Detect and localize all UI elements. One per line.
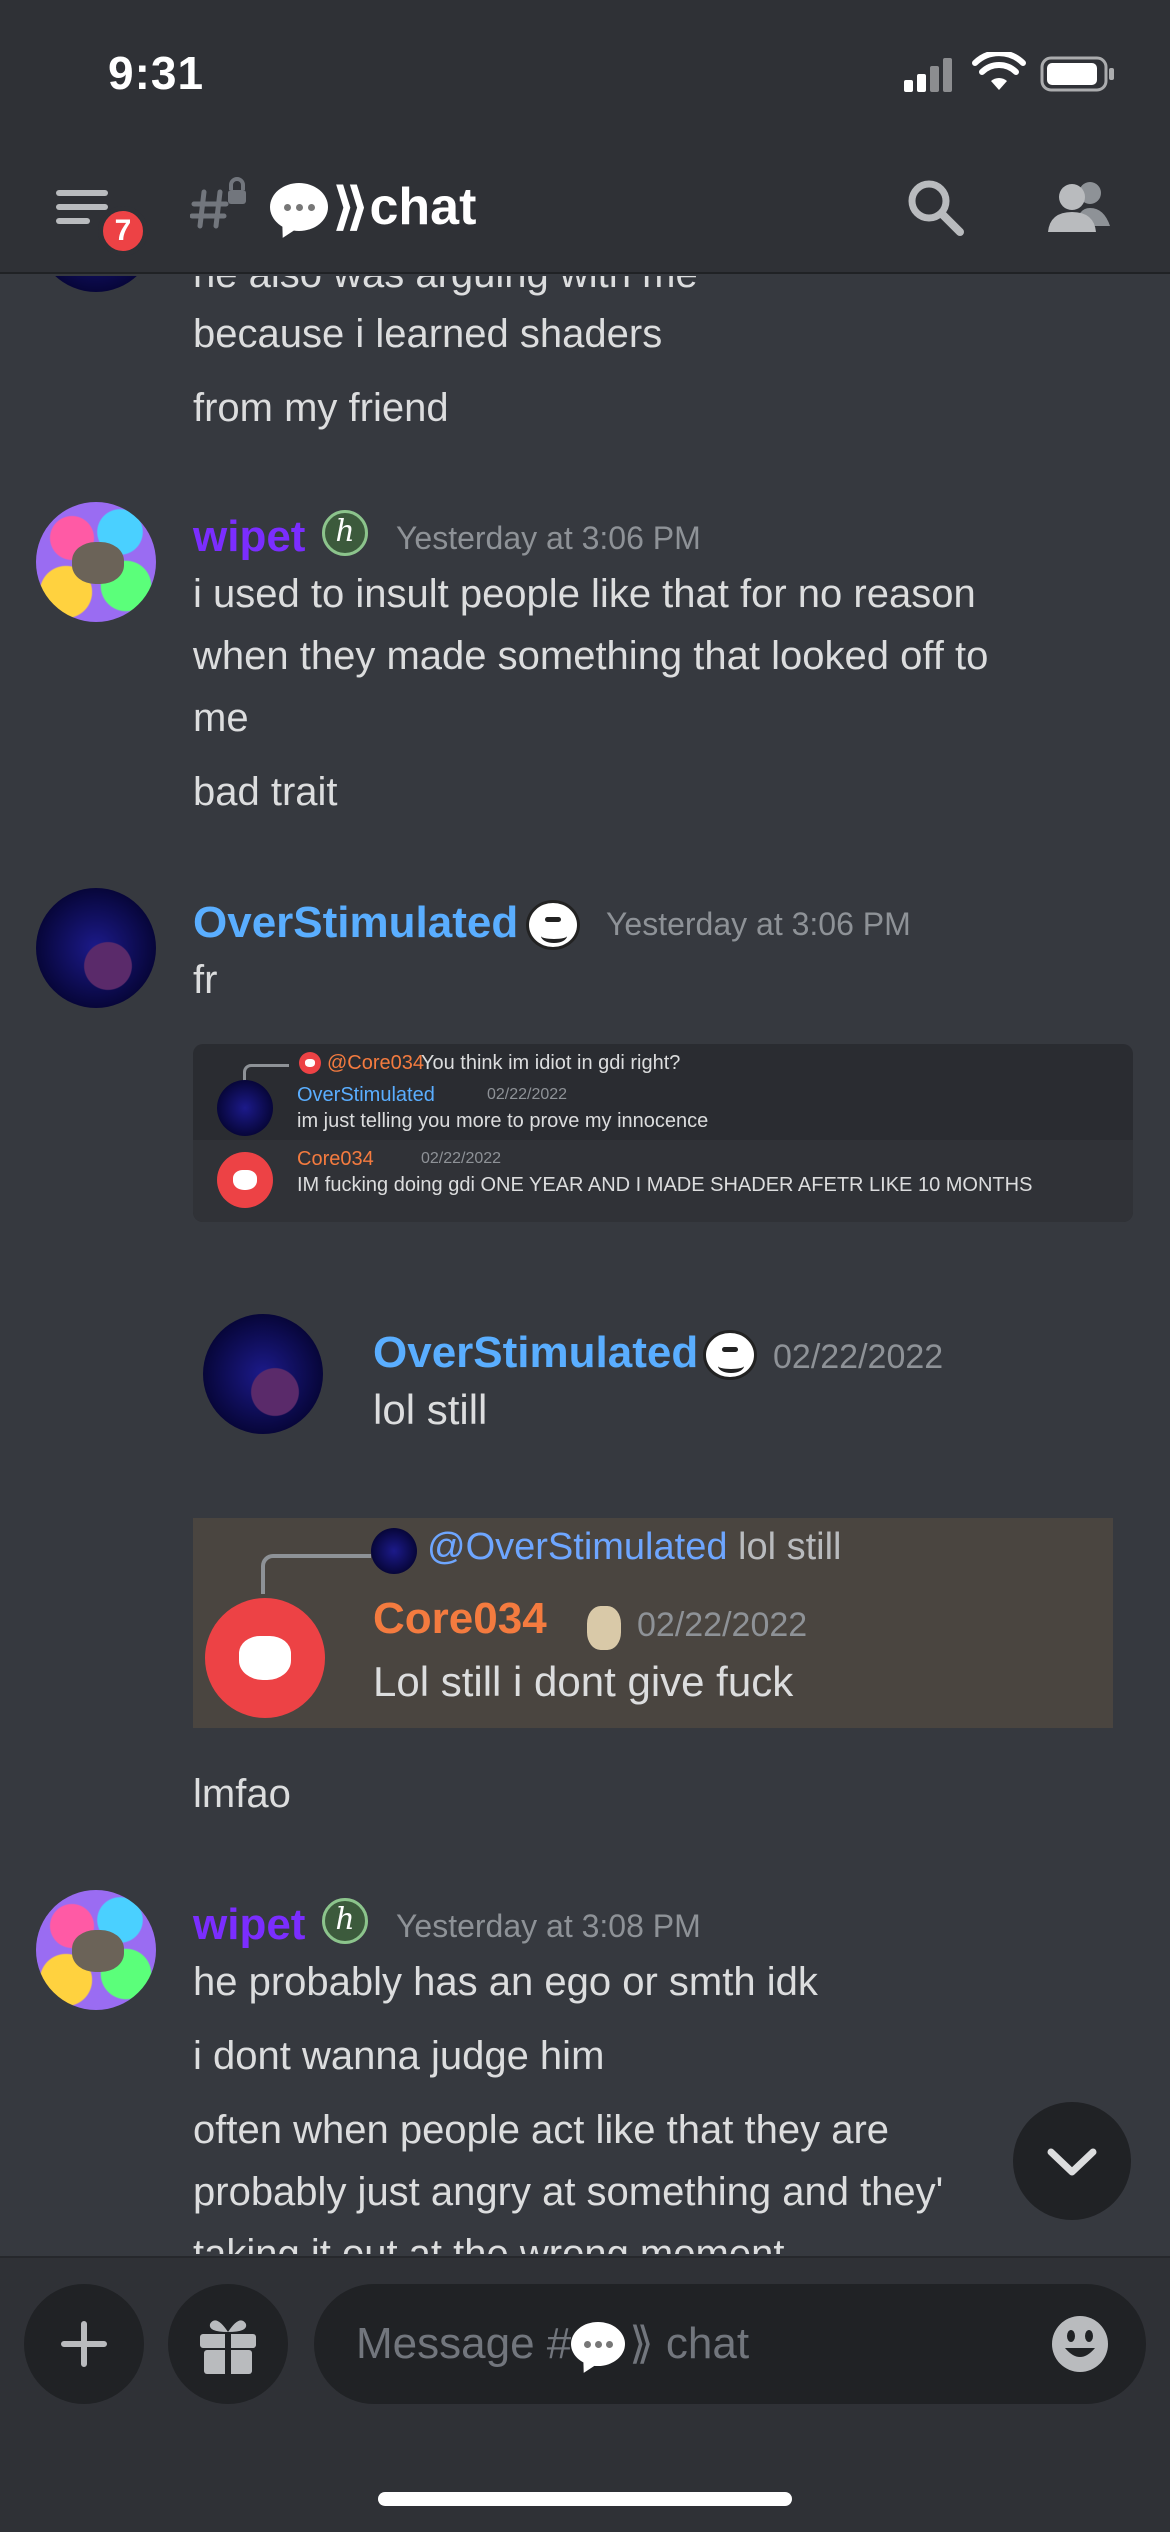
username[interactable]: wipet — [193, 1900, 305, 1950]
username: Core034 — [373, 1594, 547, 1643]
emoji-icon[interactable] — [1050, 2314, 1110, 2374]
battery-icon — [1040, 56, 1114, 92]
avatar — [217, 1152, 273, 1208]
search-icon[interactable] — [904, 176, 966, 238]
date: 02/22/2022 — [421, 1150, 502, 1167]
message-placeholder: Message # ⟫ chat — [356, 2318, 749, 2369]
add-attachment-button[interactable] — [24, 2284, 144, 2404]
avatar — [203, 1314, 323, 1434]
wifi-icon — [972, 52, 1026, 90]
message-row: Core034 02/22/2022 IM fucking doing gdi … — [193, 1140, 1133, 1222]
timestamp: Yesterday at 3:08 PM — [396, 1908, 701, 1944]
status-bar: 9:31 — [0, 0, 1170, 150]
avatar — [205, 1598, 325, 1718]
screenshot-attachment[interactable]: @OverStimulated lol still Core034 02/22/… — [193, 1518, 1113, 1728]
username[interactable]: OverStimulated — [193, 898, 518, 948]
avatar — [371, 1528, 417, 1574]
menu-icon-line — [56, 218, 90, 224]
user-emoji-icon — [526, 900, 580, 950]
channel-name: ⟫chat — [332, 178, 477, 236]
avatar[interactable] — [36, 1890, 156, 2010]
message-input[interactable]: Message # ⟫ chat — [314, 2284, 1146, 2404]
role-icon: h — [322, 510, 368, 556]
timestamp: Yesterday at 3:06 PM — [606, 906, 911, 942]
message-text: im just telling you more to prove my inn… — [297, 1110, 709, 1132]
avatar — [217, 1080, 273, 1136]
avatar[interactable] — [36, 502, 156, 622]
reply-text: You think im idiot in gdi right? — [421, 1052, 681, 1074]
screenshot-attachment[interactable]: @Core034 You think im idiot in gdi right… — [193, 1044, 1133, 1222]
speech-bubble-icon — [571, 2321, 626, 2366]
message-text: often when people act like that they are — [193, 2108, 890, 2152]
channel-title[interactable]: ⟫chat — [270, 174, 476, 240]
message-text: lol still — [373, 1386, 488, 1433]
message-text: fr — [193, 958, 218, 1002]
gift-button[interactable] — [168, 2284, 288, 2404]
chevron-down-icon — [1047, 2148, 1097, 2176]
message-text: probably just angry at something and the… — [193, 2170, 944, 2214]
username: Core034 — [297, 1148, 374, 1170]
message-text: Lol still i dont give fuck — [373, 1658, 794, 1705]
user-emoji-icon — [703, 1330, 757, 1380]
message-list[interactable]: he also was arguing with me because i le… — [0, 276, 1170, 2254]
message-text: when they made something that looked off… — [193, 634, 989, 678]
reply-text: lol still — [738, 1526, 842, 1568]
username: OverStimulated — [373, 1328, 699, 1377]
message-text: me — [193, 696, 249, 740]
avatar[interactable] — [36, 276, 156, 292]
message-text: i used to insult people like that for no… — [193, 572, 976, 616]
menu-icon-line — [56, 204, 108, 210]
dog-icon — [587, 1606, 621, 1650]
timestamp: Yesterday at 3:06 PM — [396, 520, 701, 556]
reply-connector — [261, 1554, 371, 1594]
message-composer: Message # ⟫ chat — [0, 2256, 1170, 2532]
date: 02/22/2022 — [487, 1086, 568, 1103]
cellular-signal-icon — [904, 58, 956, 92]
username[interactable]: wipet — [193, 512, 305, 562]
channel-header: 7 ⟫chat — [0, 150, 1170, 274]
message-text: because i learned shaders — [193, 312, 663, 356]
avatar[interactable] — [36, 888, 156, 1008]
screenshot-attachment[interactable]: OverStimulated 02/22/2022 lol still — [193, 1314, 943, 1474]
plus-icon — [61, 2321, 107, 2367]
message-text: taking it out at the wrong moment — [193, 2232, 785, 2254]
date: 02/22/2022 — [637, 1606, 808, 1644]
placeholder-prefix: Message # — [356, 2318, 572, 2368]
menu-button[interactable]: 7 — [50, 184, 150, 264]
message-text: bad trait — [193, 770, 338, 814]
reply-mention: @Core034 — [327, 1052, 425, 1074]
placeholder-suffix: ⟫ chat — [629, 2319, 750, 2368]
home-indicator — [378, 2492, 792, 2506]
message-text: lmfao — [193, 1772, 291, 1816]
message-text: IM fucking doing gdi ONE YEAR AND I MADE… — [297, 1174, 1033, 1196]
date: 02/22/2022 — [773, 1338, 944, 1376]
notification-badge: 7 — [98, 206, 148, 256]
members-icon[interactable] — [1046, 176, 1112, 238]
message-text: i dont wanna judge him — [193, 2034, 605, 2078]
menu-icon — [56, 190, 108, 196]
reply-mention: @OverStimulated — [427, 1526, 728, 1568]
speech-bubble-icon — [270, 183, 328, 231]
message-text: from my friend — [193, 386, 449, 430]
jump-to-bottom-button[interactable] — [1013, 2102, 1131, 2220]
status-time: 9:31 — [108, 47, 205, 99]
role-icon: h — [322, 1898, 368, 1944]
message-text: he probably has an ego or smth idk — [193, 1960, 818, 2004]
message-text: he also was arguing with me — [193, 276, 698, 298]
username: OverStimulated — [297, 1084, 435, 1106]
avatar — [299, 1052, 321, 1074]
reply-preview: @OverStimulated lol still — [427, 1526, 842, 1569]
locked-hash-icon — [190, 177, 246, 229]
gift-icon — [200, 2320, 256, 2376]
